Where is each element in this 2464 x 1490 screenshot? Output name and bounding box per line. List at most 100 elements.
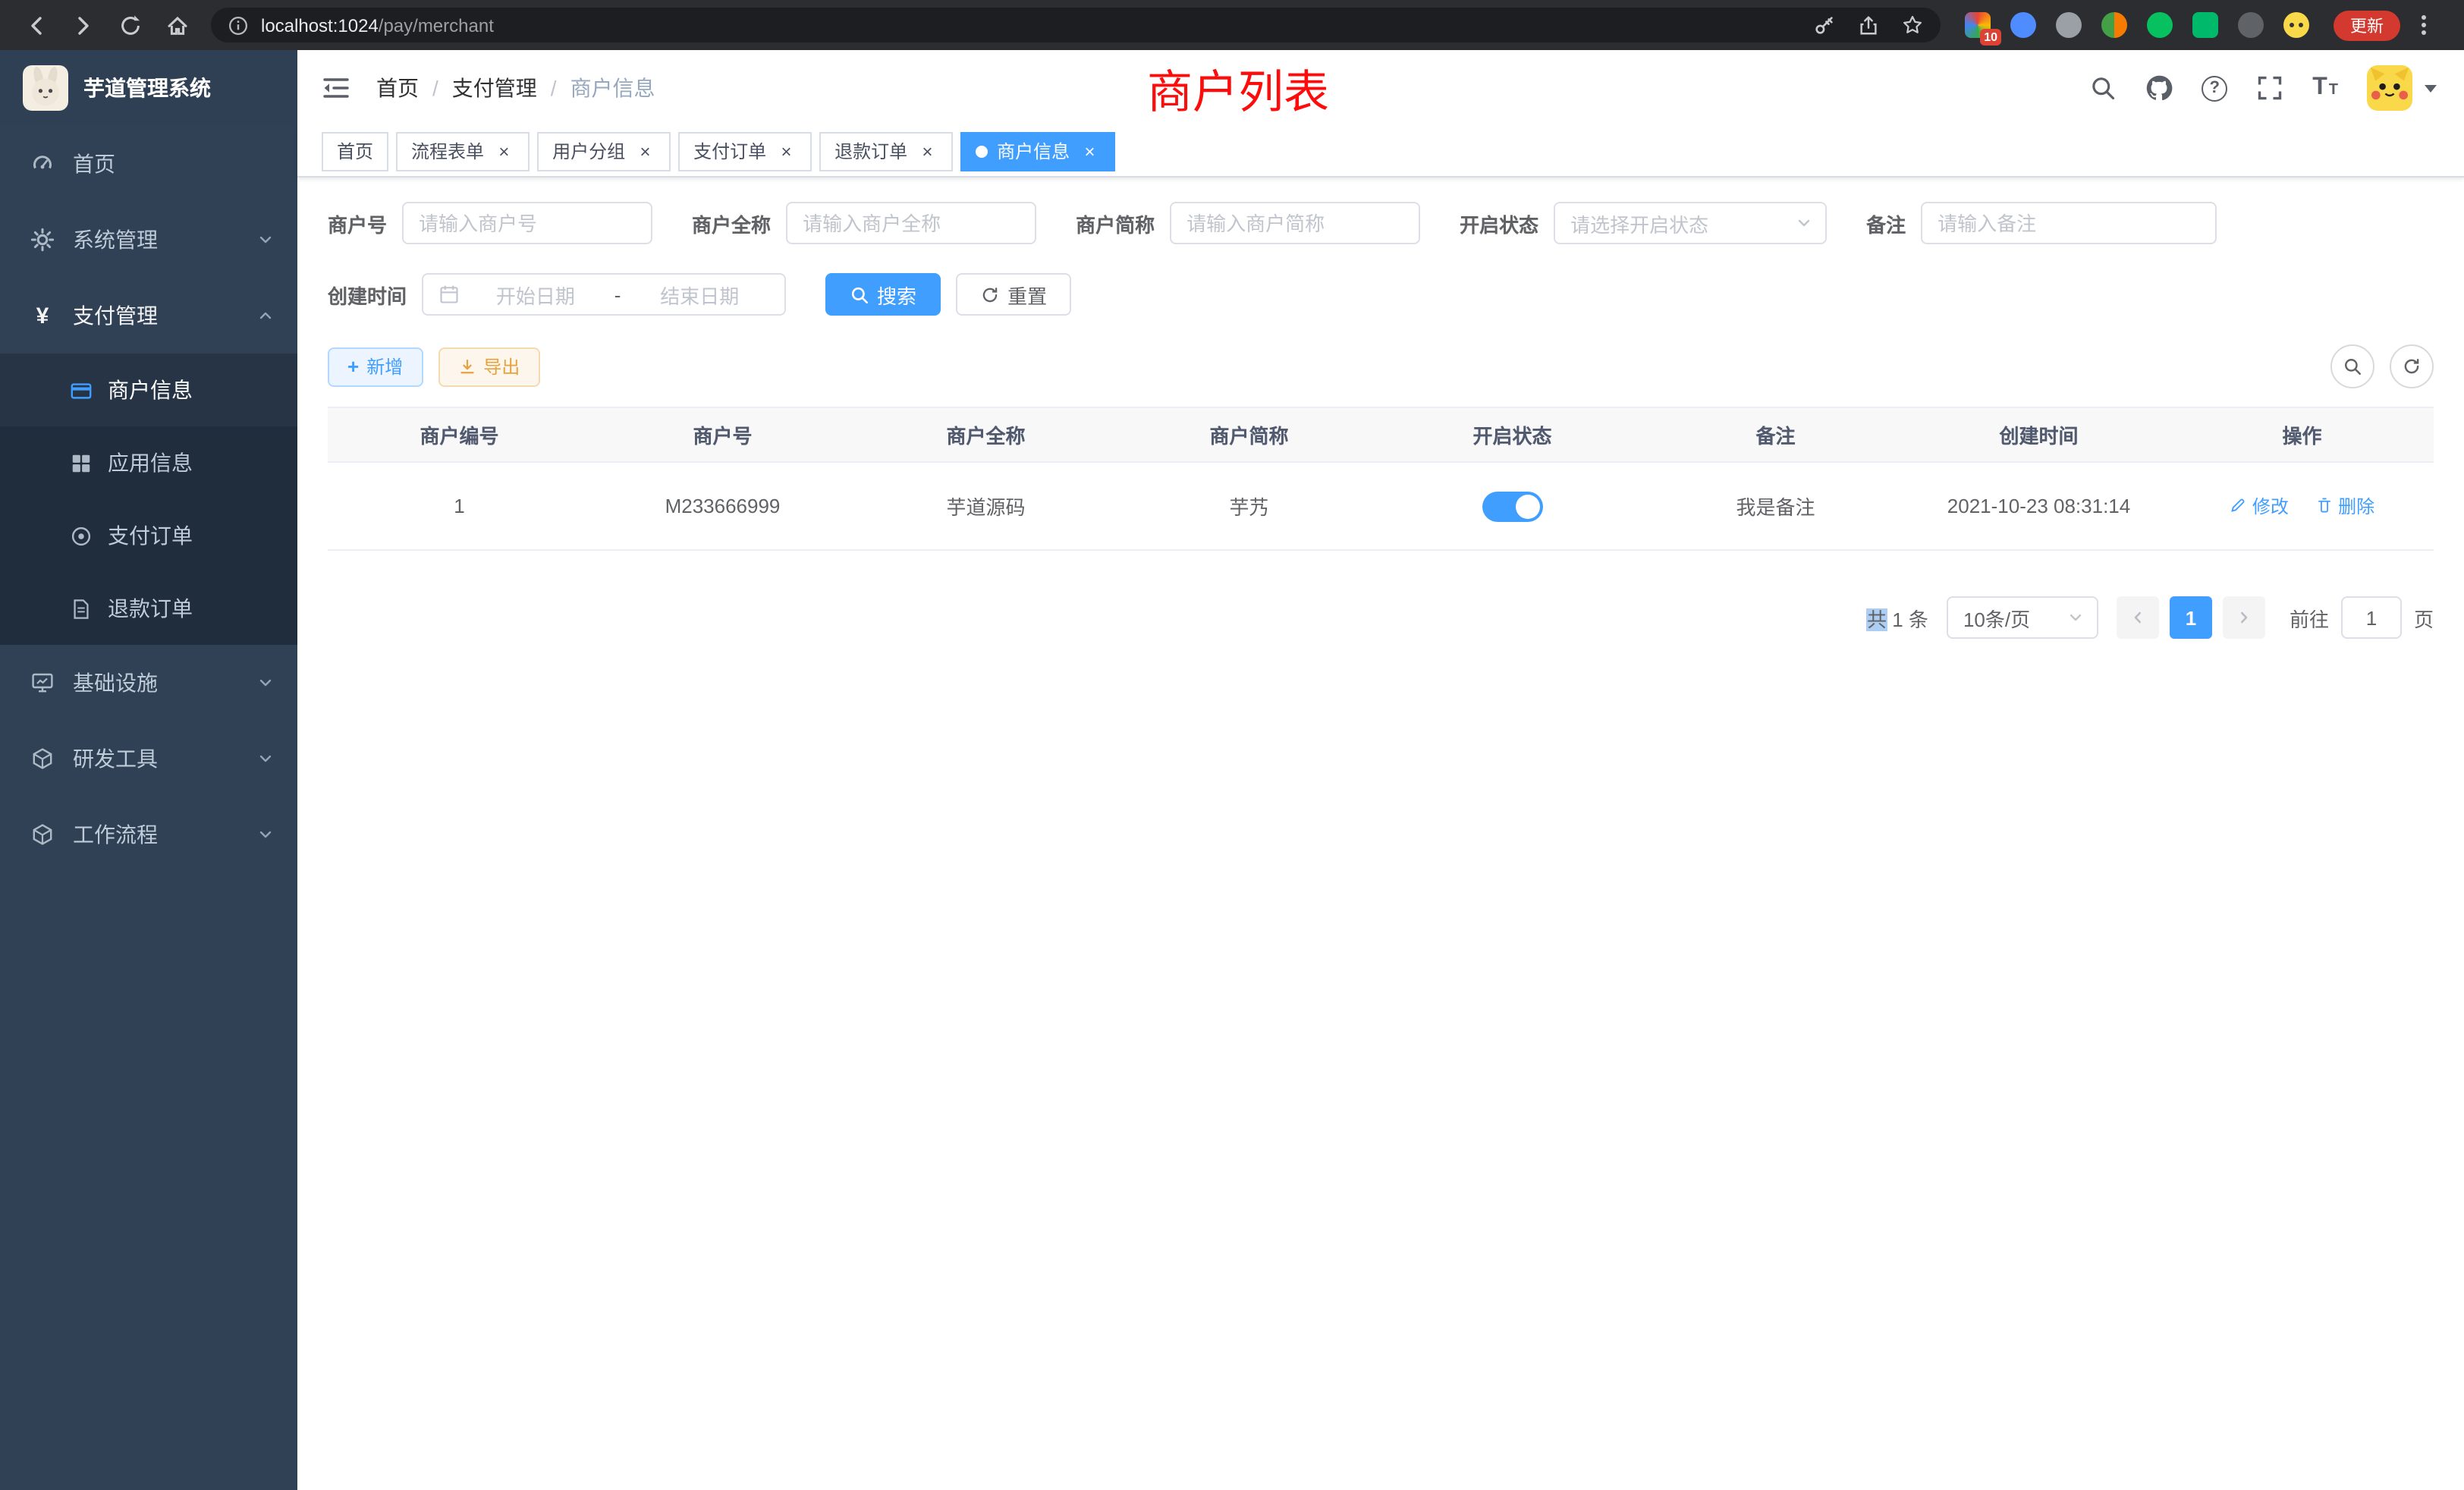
- sidebar-item-pay-order[interactable]: 支付订单: [0, 499, 297, 572]
- extension-icon[interactable]: [2101, 12, 2127, 38]
- edit-icon: [2230, 497, 2248, 515]
- sidebar-item-refund-order[interactable]: 退款订单: [0, 572, 297, 645]
- browser-menu-icon[interactable]: [2422, 23, 2426, 27]
- merchant-short-name-input[interactable]: [1170, 202, 1420, 244]
- sidebar-item-system[interactable]: 系统管理: [0, 202, 297, 278]
- merchant-full-name-input[interactable]: [786, 202, 1036, 244]
- next-page-button[interactable]: [2223, 596, 2265, 639]
- reset-button[interactable]: 重置: [956, 273, 1071, 316]
- forward-icon[interactable]: [71, 13, 96, 37]
- breadcrumb-payment[interactable]: 支付管理: [452, 73, 537, 103]
- site-info-icon[interactable]: [228, 14, 249, 36]
- extension-icon[interactable]: 10: [1965, 12, 1991, 38]
- font-size-icon[interactable]: TT: [2312, 74, 2338, 102]
- extension-icon[interactable]: [2192, 12, 2218, 38]
- sidebar-item-label: 基础设施: [73, 668, 158, 698]
- field-status: 开启状态 请选择开启状态: [1460, 202, 1827, 244]
- share-icon[interactable]: [1857, 14, 1880, 36]
- search-button-label: 搜索: [877, 280, 916, 309]
- breadcrumb-home[interactable]: 首页: [376, 73, 419, 103]
- date-range-picker[interactable]: 开始日期 - 结束日期: [422, 273, 786, 316]
- close-icon[interactable]: ×: [1079, 140, 1100, 162]
- add-button[interactable]: + 新增: [328, 347, 423, 386]
- refresh-table-button[interactable]: [2390, 344, 2434, 388]
- tab-label: 退款订单: [834, 138, 907, 164]
- field-create-time: 创建时间 开始日期 - 结束日期: [328, 273, 786, 316]
- box-icon: [30, 822, 55, 847]
- prev-page-button[interactable]: [2117, 596, 2159, 639]
- reload-icon[interactable]: [118, 13, 143, 37]
- field-label: 商户简称: [1076, 209, 1155, 237]
- field-merchant-no: 商户号: [328, 202, 652, 244]
- remark-input[interactable]: [1921, 202, 2217, 244]
- yen-icon: ¥: [30, 303, 55, 328]
- column-header: 商户编号: [328, 407, 591, 462]
- total-count: 共 1 条: [1867, 603, 1928, 632]
- passwords-key-icon[interactable]: [1813, 14, 1836, 36]
- extension-icon[interactable]: [2238, 12, 2264, 38]
- sidebar-item-payment[interactable]: ¥ 支付管理: [0, 278, 297, 354]
- tab-label: 首页: [337, 138, 373, 164]
- dashboard-icon: [30, 152, 55, 176]
- edit-link[interactable]: 修改: [2230, 493, 2289, 519]
- pagination: 共 1 条 10条/页 1 前往 页: [328, 596, 2434, 639]
- avatar-extension-icon[interactable]: [2283, 12, 2309, 38]
- extension-icon[interactable]: [2147, 12, 2173, 38]
- sidebar-item-label: 工作流程: [73, 819, 158, 850]
- hide-search-button[interactable]: [2330, 344, 2374, 388]
- table-header: 商户编号 商户号 商户全称 商户简称 开启状态 备注 创建时间 操作: [328, 407, 2434, 462]
- extension-icon[interactable]: [2056, 12, 2082, 38]
- sidebar-item-workflow[interactable]: 工作流程: [0, 797, 297, 872]
- chevron-down-icon: [256, 750, 275, 768]
- sidebar-item-dev-tools[interactable]: 研发工具: [0, 721, 297, 797]
- export-button[interactable]: 导出: [438, 347, 539, 386]
- fullscreen-icon[interactable]: [2256, 74, 2283, 102]
- search-icon[interactable]: [2089, 74, 2117, 102]
- refresh-icon: [2402, 357, 2422, 376]
- user-avatar-menu[interactable]: [2367, 65, 2437, 111]
- table-toolbar: + 新增 导出: [328, 344, 2434, 388]
- tab-user-group[interactable]: 用户分组×: [537, 131, 671, 171]
- tab-merchant-info[interactable]: 商户信息×: [960, 131, 1115, 171]
- tab-pay-order[interactable]: 支付订单 ×: [678, 131, 812, 171]
- sidebar-item-infrastructure[interactable]: 基础设施: [0, 645, 297, 721]
- goto-suffix: 页: [2414, 603, 2434, 632]
- close-icon[interactable]: ×: [916, 140, 938, 162]
- tab-process-form[interactable]: 流程表单×: [396, 131, 530, 171]
- tab-home[interactable]: 首页: [322, 131, 388, 171]
- column-header: 操作: [2170, 407, 2434, 462]
- sidebar-item-home[interactable]: 首页: [0, 126, 297, 202]
- close-icon[interactable]: ×: [775, 140, 797, 162]
- field-label: 开启状态: [1460, 209, 1538, 237]
- grid-icon: [70, 451, 93, 474]
- breadcrumb-separator: /: [432, 76, 438, 100]
- sidebar-item-label: 应用信息: [108, 448, 193, 478]
- github-icon[interactable]: [2145, 74, 2173, 102]
- sidebar-logo[interactable]: 芋道管理系统: [0, 50, 297, 126]
- close-icon[interactable]: ×: [493, 140, 514, 162]
- sidebar-item-app-info[interactable]: 应用信息: [0, 426, 297, 499]
- bookmark-star-icon[interactable]: [1901, 14, 1924, 36]
- extension-icon[interactable]: [2010, 12, 2036, 38]
- tab-label: 支付订单: [693, 138, 766, 164]
- sidebar-item-label: 首页: [73, 149, 115, 179]
- page-number-button[interactable]: 1: [2170, 596, 2212, 639]
- merchant-no-input[interactable]: [402, 202, 652, 244]
- hamburger-icon[interactable]: [322, 76, 350, 100]
- browser-update-button[interactable]: 更新: [2334, 10, 2400, 40]
- back-icon[interactable]: [24, 13, 49, 37]
- extension-badge: 10: [1980, 29, 2001, 46]
- goto-page-input[interactable]: [2341, 596, 2402, 639]
- url-bar[interactable]: localhost:1024/pay/merchant: [211, 8, 1941, 42]
- status-toggle[interactable]: [1482, 491, 1543, 521]
- tab-refund-order[interactable]: 退款订单 ×: [819, 131, 953, 171]
- status-select[interactable]: 请选择开启状态: [1554, 202, 1827, 244]
- sidebar-item-merchant-info[interactable]: 商户信息: [0, 354, 297, 426]
- sidebar-item-label: 支付订单: [108, 520, 193, 551]
- help-icon[interactable]: ?: [2202, 75, 2227, 101]
- delete-link[interactable]: 删除: [2315, 493, 2374, 519]
- close-icon[interactable]: ×: [634, 140, 655, 162]
- page-size-select[interactable]: 10条/页: [1947, 596, 2098, 639]
- search-button[interactable]: 搜索: [825, 273, 941, 316]
- home-icon[interactable]: [165, 13, 190, 37]
